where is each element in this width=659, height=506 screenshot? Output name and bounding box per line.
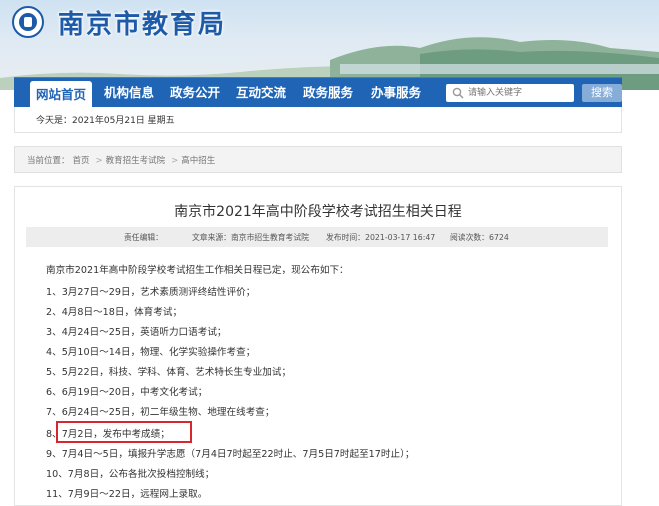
breadcrumb-prefix: 当前位置： (27, 156, 70, 166)
schedule-item: 10、7月8日，公布各批次投档控制线； (46, 469, 215, 480)
breadcrumb-item-home[interactable]: 首页 (73, 156, 90, 166)
schedule-item: 4、5月10日～14日，物理、化学实验操作考查； (46, 347, 256, 358)
meta-source: 文章来源：南京市招生教育考试院 (192, 233, 309, 242)
highlight-box (56, 421, 192, 443)
article-intro: 南京市2021年高中阶段学校考试招生工作相关日程已定，现公布如下： (46, 265, 349, 276)
nav-item-government-affairs[interactable]: 政务公开 (164, 78, 226, 108)
nav-item-interaction[interactable]: 互动交流 (230, 78, 292, 108)
schedule-item: 7、6月24日～25日，初二年级生物、地理在线考查； (46, 407, 275, 418)
site-title[interactable]: 南京市教育局 (58, 4, 226, 41)
article-title: 南京市2021年高中阶段学校考试招生相关日程 (174, 204, 462, 220)
nav-item-organization[interactable]: 机构信息 (98, 78, 160, 108)
nanjing-emblem-icon[interactable] (12, 6, 44, 38)
meta-read-count: 阅读次数：6724 (450, 233, 509, 242)
meta-publish-time: 发布时间：2021-03-17 16:47 (326, 233, 436, 242)
search-input[interactable] (468, 84, 572, 102)
schedule-item: 3、4月24日～25日，英语听力口语考试； (46, 327, 227, 338)
schedule-item: 5、5月22日，科技、学科、体育、艺术特长生专业加试； (46, 367, 292, 378)
search-icon[interactable] (452, 87, 464, 99)
meta-editor: 责任编辑： (124, 233, 163, 242)
schedule-item: 2、4月8日～18日，体育考试； (46, 307, 183, 318)
schedule-item: 9、7月4日～5日，填报升学志愿（7月4日7时起至22时止、7月5日7时起至17… (46, 449, 415, 460)
breadcrumb-separator: > (95, 156, 103, 166)
search-box (446, 84, 574, 102)
breadcrumb-item-high-school[interactable]: 高中招生 (181, 156, 215, 166)
schedule-item: 1、3月27日～29日，艺术素质测评终结性评价； (46, 287, 256, 298)
breadcrumb-separator: > (171, 156, 179, 166)
schedule-item: 11、7月9日～22日，远程网上录取。 (46, 489, 208, 500)
current-date: 今天是：2021年05月21日 星期五 (36, 116, 175, 126)
breadcrumb: 当前位置： 首页 > 教育招生考试院 > 高中招生 (14, 146, 622, 173)
nav-item-procedures[interactable]: 办事服务 (365, 78, 427, 108)
schedule-item: 6、6月19日～20日，中考文化考试； (46, 387, 208, 398)
search-button[interactable]: 搜索 (582, 84, 622, 102)
main-nav: 网站首页 机构信息 政务公开 互动交流 政务服务 办事服务 搜索 (14, 77, 622, 108)
nav-item-services[interactable]: 政务服务 (297, 78, 359, 108)
nav-item-home[interactable]: 网站首页 (30, 81, 92, 108)
date-bar: 今天是：2021年05月21日 星期五 (14, 107, 622, 133)
article-meta: 责任编辑： 文章来源：南京市招生教育考试院 发布时间：2021-03-17 16… (26, 227, 608, 247)
breadcrumb-item-exam-institute[interactable]: 教育招生考试院 (106, 156, 166, 166)
